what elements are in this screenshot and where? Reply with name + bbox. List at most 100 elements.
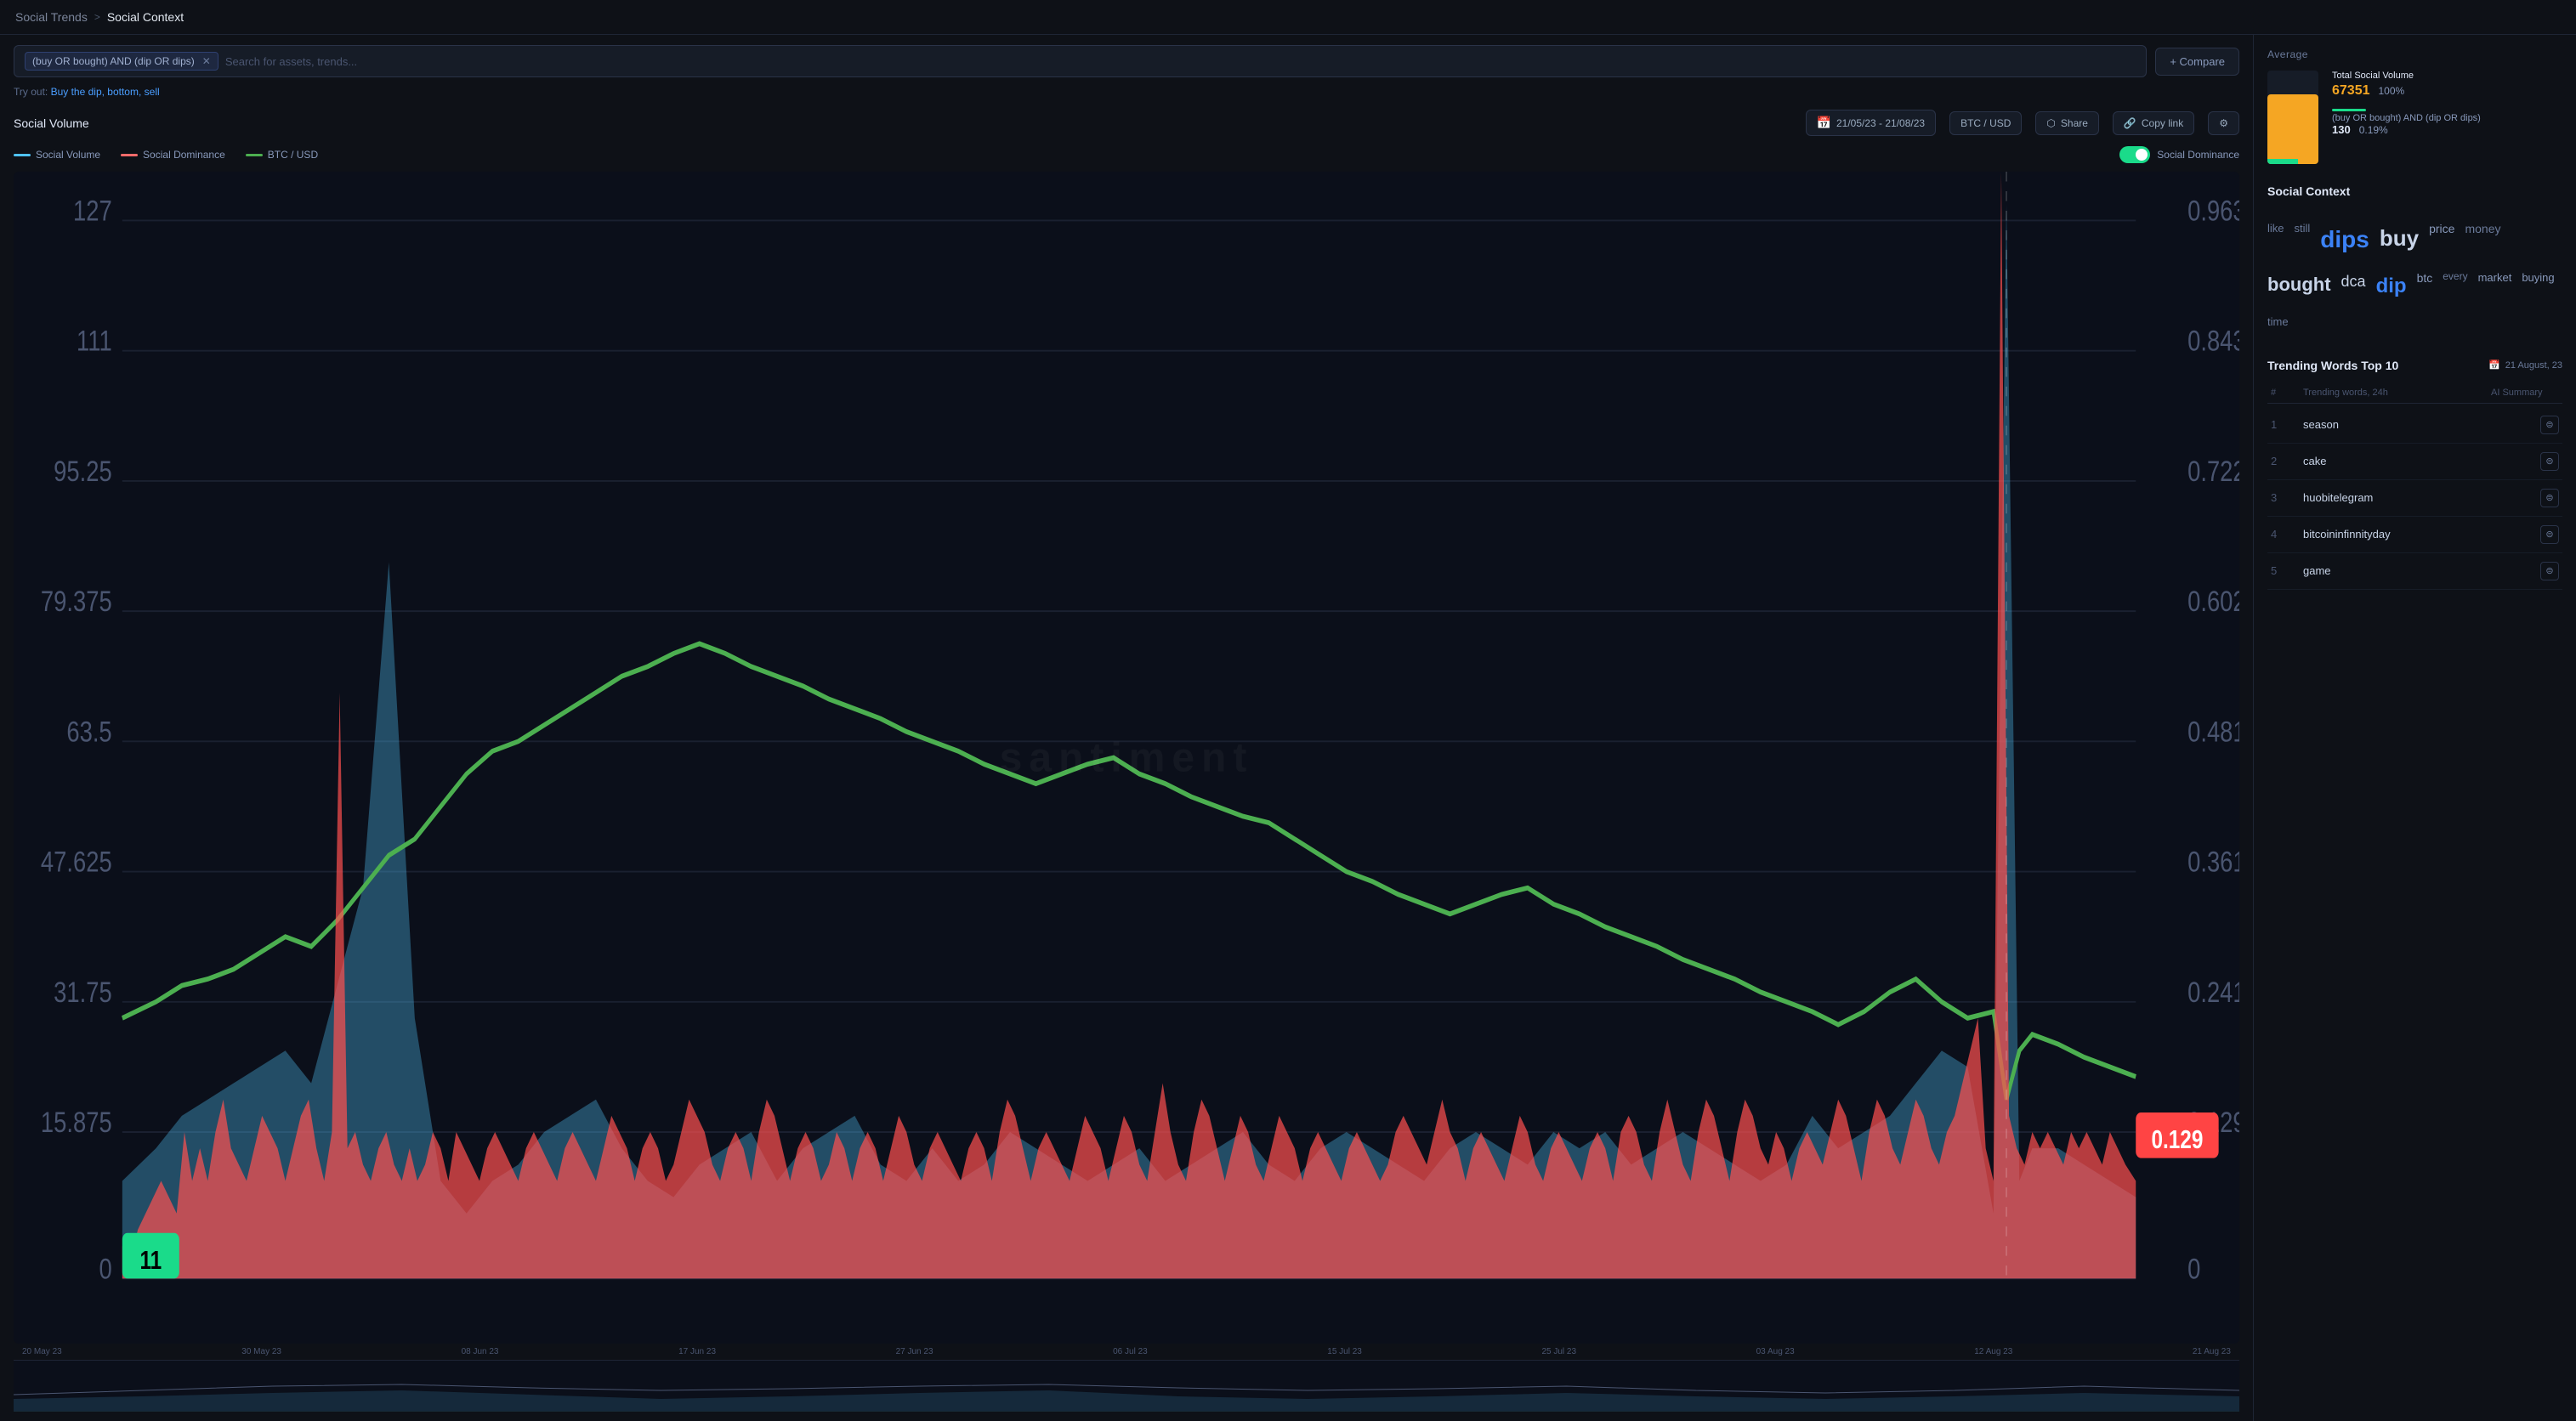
- svg-text:63.5: 63.5: [66, 715, 111, 748]
- col-ai: AI Summary: [2491, 388, 2559, 398]
- avg-sub-stat: (buy OR bought) AND (dip OR dips) 130 0.…: [2332, 109, 2562, 136]
- social-dominance-toggle[interactable]: [2119, 146, 2150, 163]
- word-cloud-item[interactable]: bought: [2267, 268, 2331, 304]
- search-placeholder: Search for assets, trends...: [225, 55, 357, 68]
- trending-row-word: season: [2303, 418, 2484, 431]
- legend-color-btc-usd: [246, 154, 263, 156]
- breadcrumb-parent[interactable]: Social Trends: [15, 10, 88, 24]
- avg-bar-fill-inner: [2267, 159, 2298, 164]
- share-button[interactable]: ⬡ Share: [2035, 111, 2099, 135]
- compare-button[interactable]: + Compare: [2155, 48, 2239, 76]
- ai-summary-icon[interactable]: ⊜: [2540, 416, 2559, 434]
- svg-text:79.375: 79.375: [41, 585, 112, 618]
- word-cloud-item[interactable]: still: [2295, 218, 2311, 261]
- avg-total-stat: Total Social Volume 67351 100%: [2332, 71, 2562, 99]
- trending-row[interactable]: 2 cake ⊜: [2267, 444, 2562, 480]
- avg-sub-pct: 0.19%: [2359, 124, 2388, 136]
- svg-text:15.875: 15.875: [41, 1106, 112, 1139]
- avg-bar-fill: [2267, 94, 2318, 165]
- svg-text:47.625: 47.625: [41, 846, 112, 879]
- ai-summary-icon[interactable]: ⊜: [2540, 489, 2559, 507]
- social-volume-label: Social Volume: [2354, 71, 2414, 81]
- avg-total-pct: 100%: [2379, 85, 2405, 97]
- word-cloud-item[interactable]: btc: [2417, 268, 2433, 304]
- trending-row[interactable]: 4 bitcoininfinnityday ⊜: [2267, 517, 2562, 553]
- legend-row: Social Volume Social Dominance BTC / USD…: [14, 146, 2239, 163]
- x-label-3: 17 Jun 23: [678, 1347, 716, 1356]
- word-cloud-item[interactable]: price: [2429, 218, 2454, 261]
- chart-title: Social Volume: [14, 116, 1792, 130]
- trending-row[interactable]: 3 huobitelegram ⊜: [2267, 480, 2562, 517]
- average-block: Total Social Volume 67351 100% (buy OR b…: [2267, 71, 2562, 164]
- word-cloud-item[interactable]: every: [2443, 268, 2467, 304]
- main-chart[interactable]: santiment 127 111 95.25 79.375 63.5 47.6…: [14, 172, 2239, 1344]
- share-label: Share: [2061, 117, 2088, 129]
- trending-row-word: bitcoininfinnityday: [2303, 528, 2484, 541]
- date-range-label: 21/05/23 - 21/08/23: [1836, 117, 1925, 129]
- x-label-6: 15 Jul 23: [1327, 1347, 1362, 1356]
- breadcrumb-separator: >: [94, 11, 100, 23]
- ai-summary-icon[interactable]: ⊜: [2540, 525, 2559, 544]
- ai-summary-icon[interactable]: ⊜: [2540, 562, 2559, 580]
- word-cloud-item[interactable]: money: [2465, 218, 2500, 261]
- svg-text:127: 127: [73, 194, 112, 227]
- legend-btc-usd: BTC / USD: [246, 149, 318, 161]
- search-tag[interactable]: (buy OR bought) AND (dip OR dips) ✕: [25, 52, 218, 71]
- mini-chart-svg: [14, 1361, 2239, 1412]
- gear-icon: ⚙: [2219, 117, 2228, 129]
- word-cloud-item[interactable]: buying: [2522, 268, 2554, 304]
- calendar-icon-trending: 📅: [2488, 359, 2500, 371]
- price-pair-control[interactable]: BTC / USD: [1949, 111, 2022, 135]
- svg-text:0.129: 0.129: [2151, 1124, 2203, 1153]
- breadcrumb-bar: Social Trends > Social Context: [0, 0, 2576, 35]
- mini-chart[interactable]: [14, 1360, 2239, 1411]
- legend-social-volume: Social Volume: [14, 149, 100, 161]
- search-tag-close[interactable]: ✕: [202, 55, 211, 67]
- word-cloud-item[interactable]: dips: [2320, 218, 2369, 261]
- copy-link-button[interactable]: 🔗 Copy link: [2113, 111, 2194, 135]
- toggle-knob: [2136, 149, 2148, 161]
- svg-text:11: 11: [139, 1245, 162, 1274]
- settings-button[interactable]: ⚙: [2208, 111, 2239, 135]
- svg-text:0.602: 0.602: [2187, 585, 2239, 618]
- avg-stats: Total Social Volume 67351 100% (buy OR b…: [2332, 71, 2562, 164]
- svg-text:95.25: 95.25: [54, 455, 112, 488]
- breadcrumb-current: Social Context: [107, 10, 184, 24]
- word-cloud-item[interactable]: dca: [2341, 268, 2366, 304]
- breadcrumb: Social Trends > Social Context: [15, 10, 184, 24]
- avg-bar-container: [2267, 71, 2318, 164]
- col-word: Trending words, 24h: [2303, 388, 2484, 398]
- avg-teal-line: [2332, 109, 2366, 111]
- total-label: Total: [2332, 71, 2352, 81]
- avg-sub-value: 130: [2332, 123, 2351, 136]
- legend-label-social-volume: Social Volume: [36, 149, 100, 161]
- x-label-4: 27 Jun 23: [896, 1347, 933, 1356]
- trending-row-num: 4: [2271, 528, 2296, 541]
- avg-total-values: 67351 100%: [2332, 83, 2562, 99]
- word-cloud-item[interactable]: time: [2267, 312, 2289, 331]
- ai-summary-icon[interactable]: ⊜: [2540, 452, 2559, 471]
- svg-text:0.963: 0.963: [2187, 194, 2239, 227]
- x-label-0: 20 May 23: [22, 1347, 62, 1356]
- word-cloud-item[interactable]: market: [2478, 268, 2512, 304]
- social-context-title: Social Context: [2267, 184, 2562, 198]
- x-label-1: 30 May 23: [241, 1347, 281, 1356]
- x-label-5: 06 Jul 23: [1113, 1347, 1148, 1356]
- avg-sub-values: 130 0.19%: [2332, 123, 2562, 136]
- search-box[interactable]: (buy OR bought) AND (dip OR dips) ✕ Sear…: [14, 45, 2147, 77]
- social-dominance-toggle-section: Social Dominance: [2119, 146, 2239, 163]
- trending-header: Trending Words Top 10 📅 21 August, 23: [2267, 359, 2562, 372]
- trending-row[interactable]: 1 season ⊜: [2267, 407, 2562, 444]
- svg-text:0: 0: [99, 1252, 111, 1285]
- word-cloud-item[interactable]: dip: [2376, 268, 2407, 304]
- trending-row-num: 1: [2271, 418, 2296, 431]
- right-panel: Average Total Social Volume: [2253, 35, 2576, 1421]
- try-out-links[interactable]: Buy the dip, bottom, sell: [51, 86, 160, 98]
- avg-total-label: Total Social Volume: [2332, 71, 2562, 81]
- word-cloud-item[interactable]: like: [2267, 218, 2284, 261]
- word-cloud-item[interactable]: buy: [2380, 218, 2419, 261]
- average-label: Average: [2267, 48, 2562, 60]
- date-range-control[interactable]: 📅 21/05/23 - 21/08/23: [1806, 110, 1937, 136]
- search-row: (buy OR bought) AND (dip OR dips) ✕ Sear…: [14, 45, 2239, 77]
- trending-row[interactable]: 5 game ⊜: [2267, 553, 2562, 590]
